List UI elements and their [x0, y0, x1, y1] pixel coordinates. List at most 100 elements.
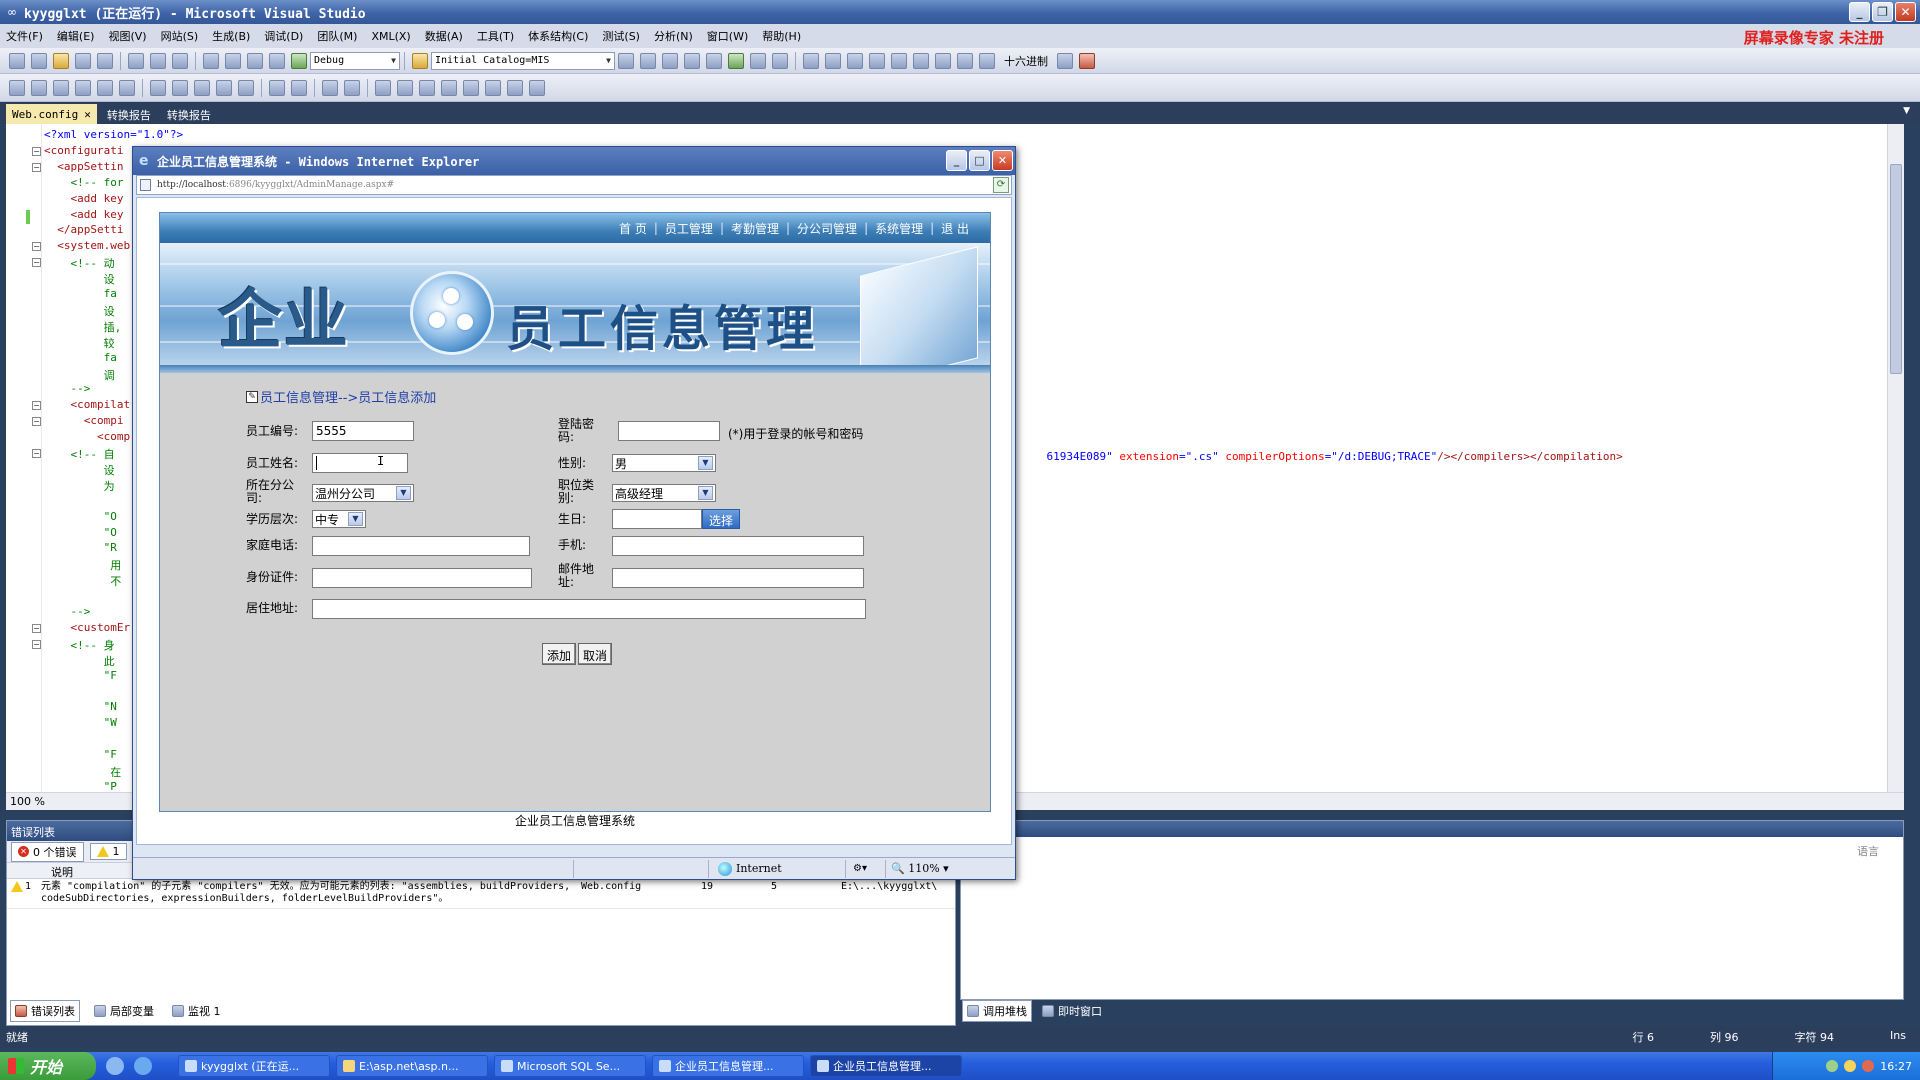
outdent-icon[interactable] — [291, 79, 307, 96]
task-sql-server[interactable]: Microsoft SQL Se... — [494, 1055, 646, 1077]
ie-close-button[interactable]: ✕ — [992, 150, 1013, 171]
employee-no-input[interactable]: 5555 — [312, 421, 414, 441]
address-input[interactable] — [312, 599, 866, 619]
menu-window[interactable]: 窗口(W) — [707, 28, 748, 44]
tb2-icon-19[interactable] — [529, 79, 545, 96]
output-icon[interactable] — [1079, 52, 1095, 69]
ie-title-bar[interactable]: e 企业员工信息管理系统 - Windows Internet Explorer… — [133, 147, 1015, 175]
id-card-input[interactable] — [312, 568, 532, 588]
save-icon[interactable] — [75, 52, 91, 69]
tb2-icon-18[interactable] — [507, 79, 523, 96]
tb2-icon-17[interactable] — [485, 79, 501, 96]
class-view-icon[interactable] — [750, 52, 766, 69]
navigate-icon[interactable] — [247, 52, 263, 69]
ie-zoom-control[interactable]: 🔍 110% ▾ — [891, 862, 949, 875]
tb2-icon-4[interactable] — [75, 79, 91, 96]
email-input[interactable] — [612, 568, 864, 588]
tray-record-icon[interactable] — [1862, 1060, 1875, 1072]
task-visual-studio[interactable]: kyygglxt (正在运... — [178, 1055, 330, 1077]
tb2-icon-5[interactable] — [97, 79, 113, 96]
navigate-forward-icon[interactable] — [269, 52, 285, 69]
position-select[interactable]: 高级经理 ▼ — [612, 484, 716, 502]
warnings-filter-button[interactable]: 1 — [89, 843, 127, 860]
redo-icon[interactable] — [225, 52, 241, 69]
ie-maximize-button[interactable]: □ — [969, 150, 990, 171]
mobile-input[interactable] — [612, 536, 864, 556]
menu-website[interactable]: 网站(S) — [161, 28, 199, 44]
errors-filter-button[interactable]: ✕ 0 个错误 — [11, 841, 84, 862]
uncomment-icon[interactable] — [344, 79, 360, 96]
fold-toggle-icon[interactable]: − — [32, 623, 41, 633]
employee-name-input[interactable] — [312, 453, 408, 473]
fold-toggle-icon[interactable]: − — [32, 639, 41, 649]
tab-web-config[interactable]: Web.config ✕ — [6, 104, 97, 124]
tab-conversion-report-1[interactable]: 转换报告 — [101, 104, 157, 124]
security-zone[interactable]: Internet — [718, 861, 782, 876]
breakpoints-icon[interactable] — [1057, 52, 1073, 69]
fold-toggle-icon[interactable]: − — [32, 242, 41, 252]
nav-system-manage[interactable]: 系统管理 — [868, 220, 930, 237]
tb2-icon-13[interactable] — [397, 79, 413, 96]
object-browser-icon[interactable] — [684, 52, 700, 69]
gender-select[interactable]: 男 ▼ — [612, 454, 716, 472]
properties-icon[interactable] — [662, 52, 678, 69]
start-button[interactable]: 开始 — [0, 1052, 96, 1080]
tb2-icon-6[interactable] — [119, 79, 135, 96]
open-file-icon[interactable] — [53, 52, 69, 69]
save-all-icon[interactable] — [97, 52, 113, 69]
add-button[interactable]: 添加 — [542, 643, 577, 665]
show-next-statement-icon[interactable] — [891, 52, 907, 69]
tray-network-icon[interactable] — [1826, 1060, 1839, 1072]
ie-address-bar[interactable]: http://localhost:6896/kyygglxt/AdminMana… — [136, 175, 1012, 195]
scrollbar-thumb[interactable] — [1890, 164, 1902, 374]
solution-config-select[interactable]: Debug ▼ — [310, 51, 400, 70]
task-ie-2[interactable]: 企业员工信息管理... — [810, 1055, 962, 1077]
indent-icon[interactable] — [269, 79, 285, 96]
continue-icon[interactable] — [803, 52, 819, 69]
copy-icon[interactable] — [150, 52, 166, 69]
tab-watch-1[interactable]: 监视 1 — [168, 1001, 225, 1021]
solution-explorer-icon[interactable] — [640, 52, 656, 69]
quick-watch-icon[interactable] — [979, 52, 995, 69]
zoom-level[interactable]: 100 % — [10, 795, 45, 808]
tab-conversion-report-2[interactable]: 转换报告 — [161, 104, 217, 124]
tb2-icon-9[interactable] — [194, 79, 210, 96]
menu-build[interactable]: 生成(B) — [212, 28, 250, 44]
start-debugging-icon[interactable] — [291, 52, 307, 69]
tab-immediate-window[interactable]: 即时窗口 — [1042, 1003, 1102, 1019]
break-all-icon[interactable] — [825, 52, 841, 69]
ie-minimize-button[interactable]: _ — [946, 150, 967, 171]
fold-toggle-icon[interactable]: − — [32, 417, 41, 427]
new-project-icon[interactable] — [9, 52, 25, 69]
menu-xml[interactable]: XML(X) — [371, 30, 410, 43]
nav-home[interactable]: 首 页 — [612, 220, 654, 237]
refresh-icon[interactable]: ⟳ — [993, 177, 1009, 193]
login-password-input[interactable] — [618, 421, 720, 441]
close-tab-icon[interactable]: ✕ — [84, 108, 91, 121]
stop-debugging-icon[interactable] — [847, 52, 863, 69]
restart-icon[interactable] — [869, 52, 885, 69]
menu-tools[interactable]: 工具(T) — [477, 28, 514, 44]
undo-icon[interactable] — [203, 52, 219, 69]
find-in-files-icon[interactable] — [618, 52, 634, 69]
tab-call-stack[interactable]: 调用堆栈 — [962, 1000, 1032, 1022]
tb2-icon-15[interactable] — [441, 79, 457, 96]
tab-error-list[interactable]: 错误列表 — [10, 1000, 80, 1022]
step-out-icon[interactable] — [957, 52, 973, 69]
birthday-input[interactable] — [612, 509, 702, 529]
nav-employee-manage[interactable]: 员工管理 — [658, 220, 720, 237]
fold-toggle-icon[interactable]: − — [32, 146, 41, 156]
menu-architecture[interactable]: 体系结构(C) — [528, 28, 588, 44]
breadcrumb-text[interactable]: 员工信息管理-->员工信息添加 — [260, 387, 436, 406]
tab-dropdown-icon[interactable]: ▼ — [1903, 106, 1910, 116]
menu-view[interactable]: 视图(V) — [108, 28, 146, 44]
quicklaunch-ie-icon[interactable] — [134, 1057, 152, 1075]
tb2-icon-3[interactable] — [53, 79, 69, 96]
task-ie-1[interactable]: 企业员工信息管理... — [652, 1055, 804, 1077]
nav-branch-manage[interactable]: 分公司管理 — [790, 220, 864, 237]
add-item-icon[interactable] — [31, 52, 47, 69]
cancel-button[interactable]: 取消 — [578, 643, 613, 665]
menu-help[interactable]: 帮助(H) — [762, 28, 801, 44]
fold-toggle-icon[interactable]: − — [32, 449, 41, 458]
cut-icon[interactable] — [128, 52, 144, 69]
